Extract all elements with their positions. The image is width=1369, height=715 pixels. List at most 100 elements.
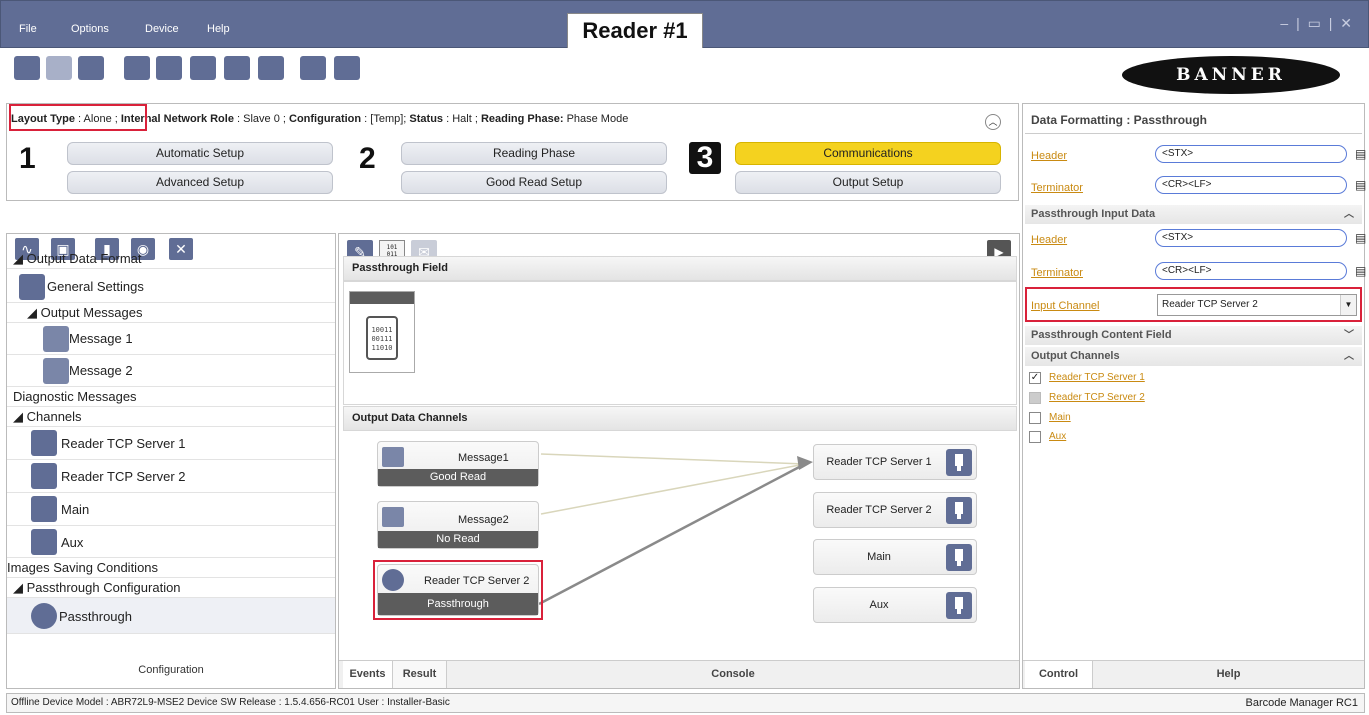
tree-general-settings[interactable]: General Settings: [7, 271, 335, 303]
load-from-device-icon[interactable]: [190, 56, 216, 80]
tree-message-2[interactable]: Message 2: [7, 355, 335, 387]
section-title: Passthrough Content Field: [1031, 329, 1172, 341]
wrench-icon: [19, 274, 45, 300]
tree-reader-tcp-server-1[interactable]: Reader TCP Server 1: [7, 427, 335, 460]
collapse-icon[interactable]: ︿: [985, 114, 1001, 130]
target-label: Main: [867, 551, 891, 563]
menu-help[interactable]: Help: [207, 23, 230, 35]
source-message1[interactable]: Message1 Good Read: [377, 441, 539, 487]
tree-message-1[interactable]: Message 1: [7, 323, 335, 355]
output-channel-checkbox-3[interactable]: [1029, 412, 1041, 424]
layout-icon[interactable]: [124, 56, 150, 80]
status-label: Status: [409, 113, 444, 125]
output-channel-checkbox-2[interactable]: [1029, 392, 1041, 404]
find-device-icon[interactable]: [46, 56, 72, 80]
tree-output-data-format[interactable]: ◢ Output Data Format: [7, 249, 335, 269]
tree-label: ◢ Output Data Format: [13, 251, 142, 266]
message2-connection: [540, 463, 806, 515]
tree-output-messages[interactable]: ◢ Output Messages: [7, 303, 335, 323]
network-icon[interactable]: [334, 56, 360, 80]
data-formatting-panel: Data Formatting : Passthrough Header <ST…: [1022, 103, 1367, 689]
menu-file[interactable]: File: [19, 23, 37, 35]
plug-icon: [31, 430, 57, 456]
tree-channels[interactable]: ◢ Channels: [7, 407, 335, 427]
job-icon[interactable]: [300, 56, 326, 80]
tab-events[interactable]: Events: [343, 661, 393, 688]
target-reader-tcp-server-2[interactable]: Reader TCP Server 2: [813, 492, 977, 528]
step-2-number: 2: [359, 142, 376, 175]
device-settings-icon[interactable]: [78, 56, 104, 80]
title-bar: File Options Device Help Reader #1 – | ▭…: [0, 0, 1369, 49]
window-controls[interactable]: – | ▭ | ✕: [1280, 15, 1354, 32]
message-icon: [382, 447, 404, 467]
tree-label: Passthrough: [59, 609, 132, 624]
output-channel-checkbox-1[interactable]: ✓: [1029, 372, 1041, 384]
configuration-value: : [Temp];: [364, 113, 407, 125]
source-message2[interactable]: Message2 No Read: [377, 501, 539, 549]
output-channel-link-2[interactable]: Reader TCP Server 2: [1049, 392, 1145, 403]
output-channel-link-1[interactable]: Reader TCP Server 1: [1049, 372, 1145, 383]
passthrough-source-highlight: [373, 560, 543, 620]
configuration-label: Configuration: [289, 113, 362, 125]
tree-aux[interactable]: Aux: [7, 526, 335, 558]
tree-label: Aux: [61, 535, 84, 550]
tab-result[interactable]: Result: [393, 661, 447, 688]
plug-icon: [946, 592, 972, 619]
output-channels-section[interactable]: Output Channels ︿: [1025, 347, 1362, 366]
passthrough-connection: [538, 462, 806, 606]
output-channel-link-4[interactable]: Aux: [1049, 431, 1066, 442]
header-field[interactable]: <STX>: [1155, 145, 1347, 163]
pi-terminator-link[interactable]: Terminator: [1031, 267, 1083, 279]
menu-device[interactable]: Device: [145, 23, 179, 35]
edit-pi-terminator-icon[interactable]: ▤: [1355, 264, 1367, 278]
tab-console[interactable]: Console: [447, 661, 1019, 688]
menu-options[interactable]: Options: [71, 23, 109, 35]
tree-passthrough[interactable]: Passthrough: [7, 598, 335, 634]
tab-control[interactable]: Control: [1025, 661, 1093, 688]
tab-help[interactable]: Help: [1093, 661, 1364, 688]
tree-passthrough-configuration[interactable]: ◢ Passthrough Configuration: [7, 578, 335, 598]
terminator-field[interactable]: <CR><LF>: [1155, 176, 1347, 194]
passthrough-content-field-section[interactable]: Passthrough Content Field ﹀: [1025, 326, 1362, 345]
edit-header-icon[interactable]: ▤: [1355, 147, 1367, 161]
tree-label: Message 2: [69, 363, 133, 378]
output-channel-link-3[interactable]: Main: [1049, 412, 1071, 423]
tree-reader-tcp-server-2[interactable]: Reader TCP Server 2: [7, 460, 335, 493]
advanced-setup-button[interactable]: Advanced Setup: [67, 171, 333, 194]
plug-icon: [946, 544, 972, 571]
tree-diagnostic-messages[interactable]: Diagnostic Messages: [7, 387, 335, 407]
target-main[interactable]: Main: [813, 539, 977, 575]
target-aux[interactable]: Aux: [813, 587, 977, 623]
pi-terminator-field[interactable]: <CR><LF>: [1155, 262, 1347, 280]
connect-icon[interactable]: [14, 56, 40, 80]
tree-images-saving-conditions[interactable]: Images Saving Conditions: [7, 558, 335, 578]
plug-icon: [946, 497, 972, 524]
communications-button[interactable]: Communications: [735, 142, 1001, 165]
automatic-setup-button[interactable]: Automatic Setup: [67, 142, 333, 165]
reading-phase-value: Phase Mode: [566, 113, 629, 125]
output-channel-checkbox-4[interactable]: [1029, 431, 1041, 443]
plug-icon: [946, 449, 972, 476]
network-role-value: : Slave 0 ;: [237, 113, 286, 125]
edit-pi-header-icon[interactable]: ▤: [1355, 231, 1367, 245]
target-reader-tcp-server-1[interactable]: Reader TCP Server 1: [813, 444, 977, 480]
passthrough-icon: [31, 603, 57, 629]
pi-header-link[interactable]: Header: [1031, 234, 1067, 246]
pi-header-field[interactable]: <STX>: [1155, 229, 1347, 247]
good-read-setup-button[interactable]: Good Read Setup: [401, 171, 667, 194]
source-label: Message2: [458, 514, 509, 526]
terminator-link[interactable]: Terminator: [1031, 182, 1083, 194]
header-link[interactable]: Header: [1031, 150, 1067, 162]
tree-label: Main: [61, 502, 90, 517]
edit-terminator-icon[interactable]: ▤: [1355, 178, 1367, 192]
reading-phase-button[interactable]: Reading Phase: [401, 142, 667, 165]
target-label: Aux: [869, 599, 889, 611]
passthrough-input-data-section[interactable]: Passthrough Input Data ︿: [1025, 205, 1362, 224]
tree-main[interactable]: Main: [7, 493, 335, 526]
save-to-device-icon[interactable]: [156, 56, 182, 80]
import-icon[interactable]: [258, 56, 284, 80]
output-setup-button[interactable]: Output Setup: [735, 171, 1001, 194]
export-icon[interactable]: [224, 56, 250, 80]
banner-logo: BANNER: [1122, 56, 1340, 94]
target-label: Reader TCP Server 1: [826, 456, 932, 468]
